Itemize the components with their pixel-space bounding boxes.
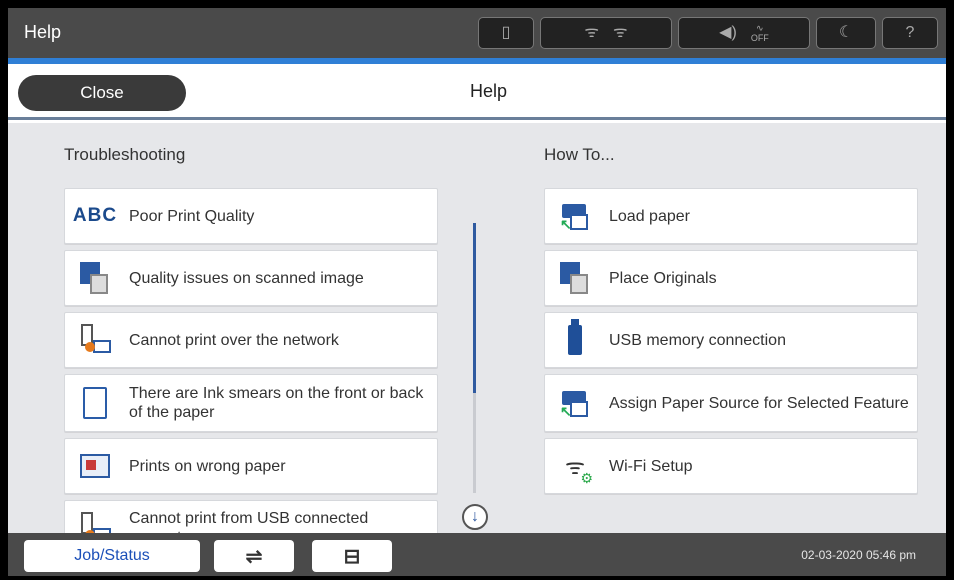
abc-print-quality-icon: ABC	[72, 205, 118, 226]
troubleshooting-item-network[interactable]: Cannot print over the network	[64, 312, 438, 368]
page-title: Help	[470, 81, 508, 101]
howto-item-usb-memory[interactable]: USB memory connection	[544, 312, 918, 368]
usb-memory-icon	[555, 319, 595, 360]
troubleshooting-item-ink-smears[interactable]: There are Ink smears on the front or bac…	[64, 374, 438, 432]
sound-icon: ◀)	[719, 24, 737, 41]
help-button[interactable]: ?	[882, 17, 938, 49]
arrow-down-icon: ↓	[471, 508, 479, 525]
scrollbar-thumb[interactable]	[473, 223, 476, 393]
howto-item-load-paper[interactable]: ↖ Load paper	[544, 188, 918, 244]
sleep-button[interactable]: ☾	[816, 17, 876, 49]
troubleshooting-item-wrong-paper[interactable]: Prints on wrong paper	[64, 438, 438, 494]
job-list-button[interactable]: ⇌	[214, 540, 294, 572]
howto-title: How To...	[544, 145, 615, 164]
wifi-setup-icon: ᯤ ⚙	[564, 454, 594, 486]
paper-source-icon: ↖	[555, 383, 595, 423]
usb-computer-icon	[75, 508, 115, 533]
troubleshooting-item-poor-print-quality[interactable]: ABC Poor Print Quality	[64, 188, 438, 244]
troubleshooting-title: Troubleshooting	[64, 145, 186, 164]
close-button[interactable]: Close	[18, 75, 186, 111]
printer-status-icon: ▯	[501, 24, 511, 41]
sleep-icon: ☾	[838, 24, 854, 41]
printer-status-button[interactable]: ▯	[478, 17, 534, 49]
howto-item-place-originals[interactable]: Place Originals	[544, 250, 918, 306]
troubleshooting-item-usb-computer[interactable]: Cannot print from USB connected computer	[64, 500, 438, 533]
howto-item-paper-source[interactable]: ↖ Assign Paper Source for Selected Featu…	[544, 374, 918, 432]
header: Close Help	[8, 64, 946, 120]
network-status-button[interactable]: ᯤ ᯤ	[540, 17, 672, 49]
printer-icon: ⊟	[343, 545, 361, 568]
load-paper-icon: ↖	[555, 196, 595, 236]
howto-item-wifi-setup[interactable]: ᯤ ⚙ Wi-Fi Setup	[544, 438, 918, 494]
device-info-button[interactable]: ⊟	[312, 540, 392, 572]
network-print-icon	[75, 320, 115, 360]
troubleshooting-item-scanned-image[interactable]: Quality issues on scanned image	[64, 250, 438, 306]
help-icon: ?	[905, 24, 915, 41]
help-content[interactable]: Troubleshooting How To... ABC Poor Print…	[8, 123, 946, 533]
scanned-image-icon	[75, 258, 115, 298]
datetime: 02-03-2020 05:46 pm	[801, 548, 916, 562]
window-title: Help	[24, 22, 62, 42]
help-screen: Help ▯ ᯤ ᯤ ◀) ∿ OFF ☾ ? Close Help Troubl…	[8, 8, 946, 576]
scroll-down-button[interactable]: ↓	[462, 504, 488, 530]
place-originals-icon	[555, 258, 595, 298]
title-bar: Help ▯ ᯤ ᯤ ◀) ∿ OFF ☾ ?	[8, 8, 946, 58]
wifi-direct-icon: ᯤ	[613, 24, 628, 41]
sound-quiet-button[interactable]: ◀) ∿ OFF	[678, 17, 810, 49]
quiet-mode-off-icon: ∿ OFF	[750, 23, 769, 43]
job-status-button[interactable]: Job/Status	[24, 540, 200, 572]
wrong-paper-icon	[75, 446, 115, 486]
wifi-icon: ᯤ	[584, 24, 599, 41]
bottom-bar: Job/Status ⇌ ⊟ 02-03-2020 05:46 pm	[8, 533, 946, 576]
job-list-icon: ⇌	[245, 545, 263, 568]
paper-smear-icon	[75, 383, 115, 423]
